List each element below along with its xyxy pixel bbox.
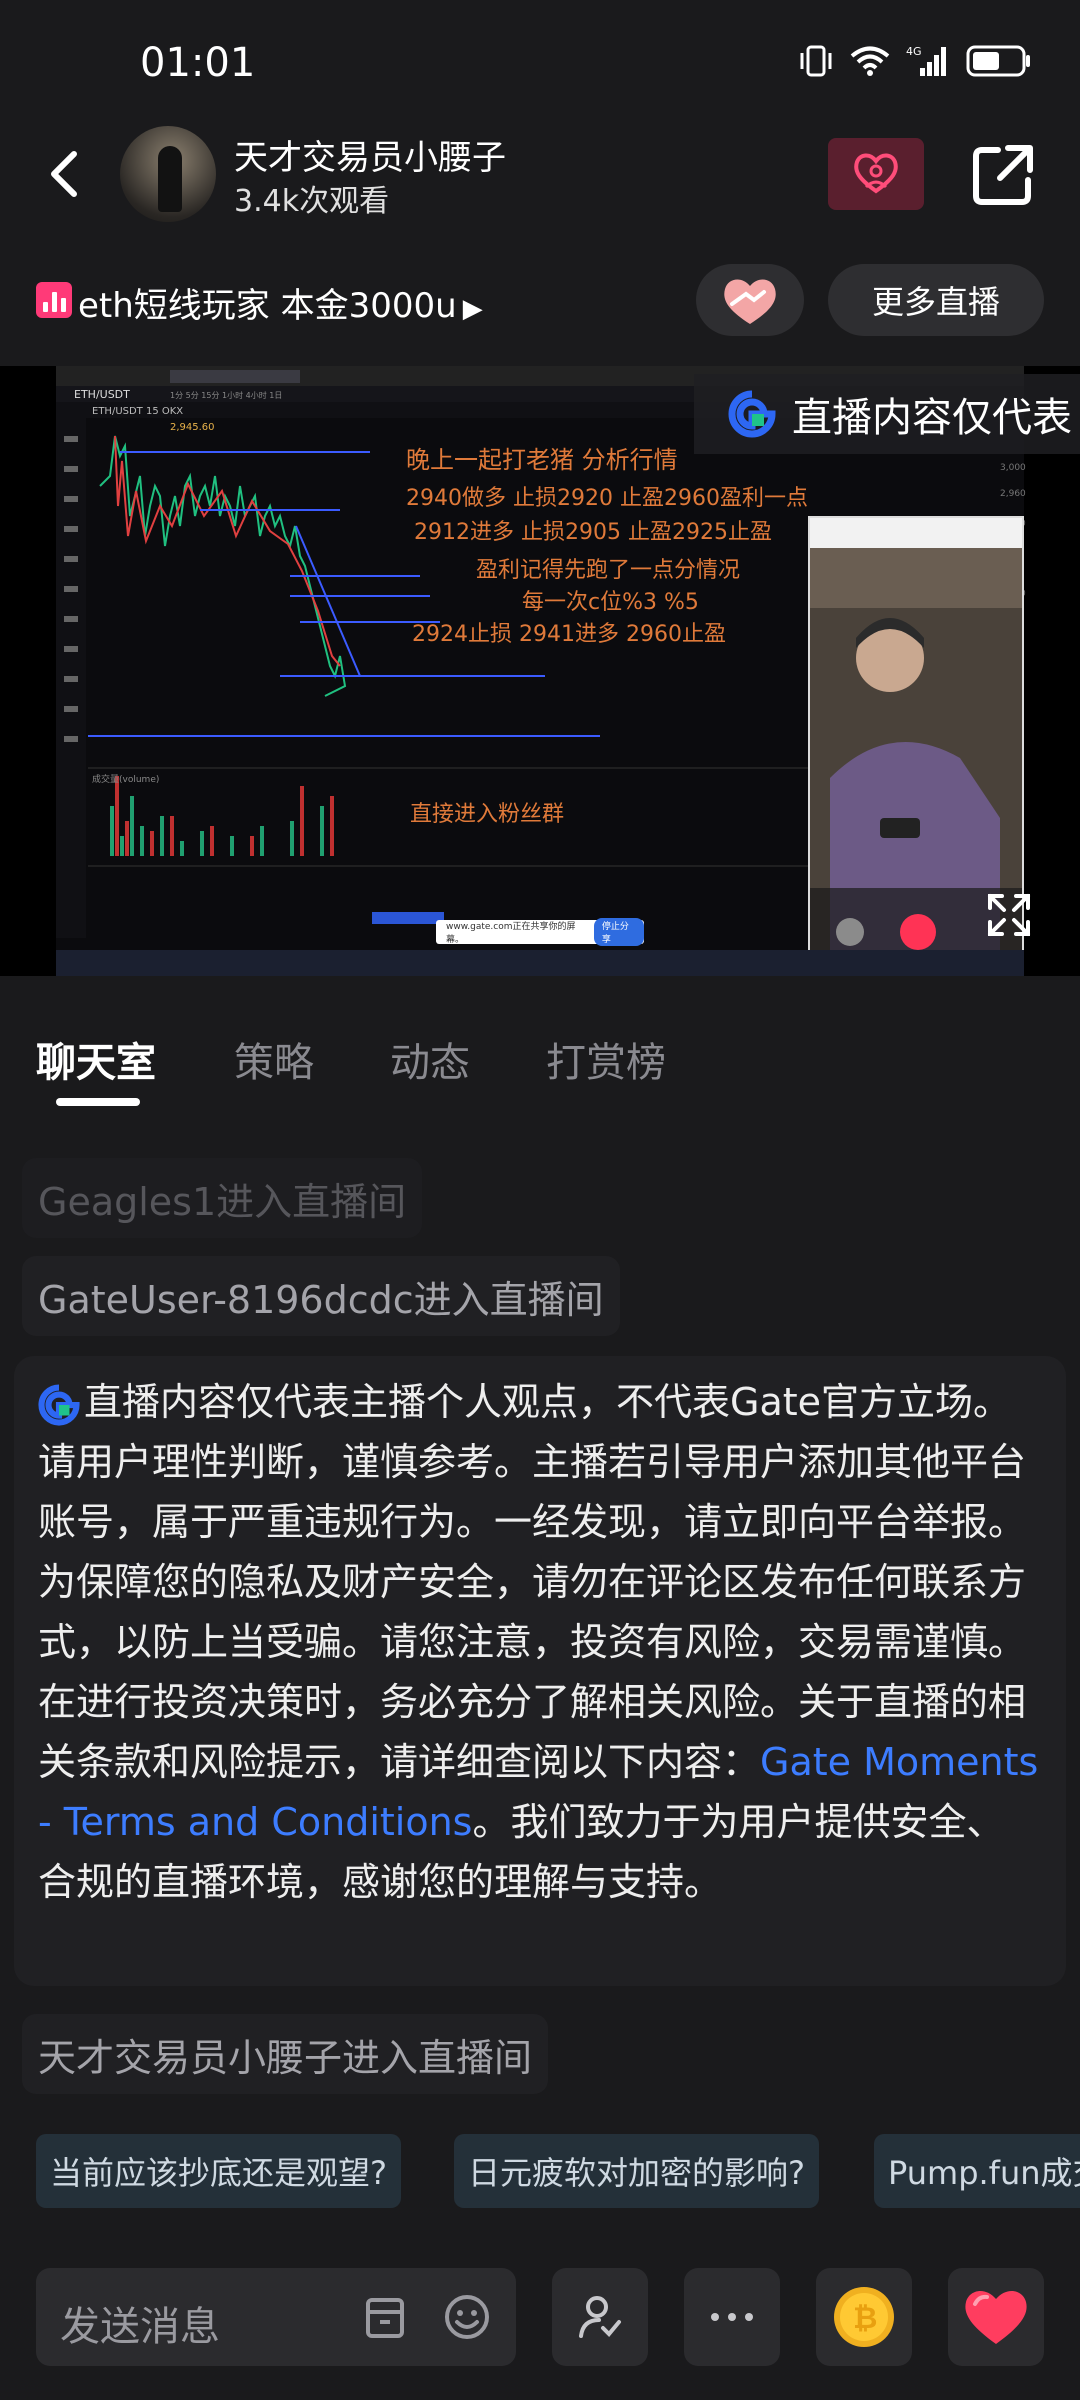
desktop-taskbar	[56, 950, 1024, 976]
tab-chat[interactable]: 聊天室	[36, 1030, 156, 1088]
message-input[interactable]: 发送消息	[36, 2268, 516, 2366]
back-button[interactable]	[40, 144, 90, 204]
tip-coin-button[interactable]: ₿	[816, 2268, 912, 2366]
emoji-icon[interactable]	[442, 2292, 492, 2342]
chat-message: 天才交易员小腰子进入直播间	[22, 2014, 549, 2094]
chevron-left-icon	[51, 151, 77, 197]
cellular-signal-icon: 4G	[906, 44, 950, 78]
suggestion-chip[interactable]: 当前应该抄底还是观望?	[36, 2134, 401, 2208]
chat-message: GateUser-8196dcdc进入直播间	[22, 1256, 620, 1336]
platform-disclaimer-notice: 直播内容仅代表主播个人观点，不代表Gate官方立场。请用户理性判断，谨慎参考。主…	[14, 1356, 1066, 1986]
like-heart-button[interactable]	[948, 2268, 1044, 2366]
suggestion-chip[interactable]: 日元疲软对加密的影响?	[454, 2134, 819, 2208]
view-count: 3.4k次观看	[234, 184, 390, 219]
vibrate-icon	[798, 44, 834, 78]
suggestion-chip[interactable]: Pump.fun成交	[874, 2134, 1080, 2208]
heart-gesture-button[interactable]	[696, 264, 804, 336]
bitcoin-coin-icon: ₿	[834, 2287, 894, 2347]
ellipsis-icon	[711, 2313, 753, 2321]
streamer-name[interactable]: 天才交易员小腰子	[234, 130, 506, 179]
svg-text:1分 5分 15分 1小时 4小时 1日: 1分 5分 15分 1小时 4小时 1日	[170, 390, 282, 400]
status-time: 01:01	[140, 40, 256, 86]
battery-icon	[966, 44, 1032, 78]
screen-share-notice: www.gate.com正在共享你的屏幕。 停止分享	[436, 918, 644, 946]
strategy-card-icon[interactable]	[360, 2292, 410, 2342]
overlay-line-7: 直接进入粉丝群	[410, 802, 565, 827]
svg-text:₿: ₿	[853, 2301, 877, 2336]
live-bars-icon	[36, 282, 72, 318]
overlay-line-6: 2924止损 2941进多 2960止盈	[412, 622, 726, 647]
chart-price: 2,945.60	[170, 422, 215, 433]
fullscreen-button[interactable]	[984, 890, 1034, 940]
svg-text:成交量(volume): 成交量(volume)	[92, 773, 159, 785]
tab-strategy[interactable]: 策略	[234, 1030, 314, 1088]
follow-heart-icon	[854, 153, 898, 194]
mention-user-button[interactable]	[552, 2268, 648, 2366]
share-icon	[973, 145, 1033, 205]
share-button[interactable]	[968, 140, 1038, 210]
status-icons: 4G	[798, 44, 1032, 78]
heart-icon	[965, 2290, 1027, 2344]
streamer-avatar[interactable]	[120, 126, 216, 222]
notice-text: 直播内容仅代表主播个人观点，不代表Gate官方立场。请用户理性判断，谨慎参考。主…	[38, 1380, 1027, 1784]
video-disclaimer-banner: 直播内容仅代表	[694, 374, 1080, 454]
svg-text:2,960: 2,960	[1000, 489, 1026, 499]
disclaimer-banner-text: 直播内容仅代表	[792, 395, 1072, 441]
fullscreen-icon	[988, 894, 1030, 936]
overlay-line-3: 2912进多 止损2905 止盈2925止盈	[414, 520, 772, 545]
svg-text:3,000: 3,000	[1000, 463, 1026, 473]
room-title[interactable]: eth短线玩家 本金3000u ▶	[78, 278, 483, 327]
wifi-icon	[850, 45, 890, 77]
overlay-line-1: 晚上一起打老猪 分析行情	[406, 446, 678, 474]
live-video[interactable]: ETH/USDT 1分 5分 15分 1小时 4小时 1日 ETH/USDT 1…	[0, 366, 1080, 976]
more-options-button[interactable]	[684, 2268, 780, 2366]
follow-button[interactable]	[828, 138, 924, 210]
stop-share-button: 停止分享	[593, 918, 644, 946]
svg-text:4G: 4G	[906, 45, 922, 58]
message-placeholder: 发送消息	[60, 2304, 220, 2350]
tab-active-indicator	[56, 1098, 140, 1106]
stream-header: 天才交易员小腰子 3.4k次观看	[0, 120, 1080, 230]
overlay-line-2: 2940做多 止损2920 止盈2960盈利一点	[406, 486, 808, 511]
gate-logo-icon	[38, 1383, 80, 1426]
user-check-icon	[579, 2296, 621, 2338]
play-triangle-icon: ▶	[462, 294, 483, 324]
chart-symbol: ETH/USDT	[74, 388, 130, 401]
heart-hands-icon	[724, 279, 776, 324]
status-bar: 01:01 4G	[0, 0, 1080, 130]
svg-text:ETH/USDT 15 OKX: ETH/USDT 15 OKX	[92, 406, 183, 417]
tab-tip-ranking[interactable]: 打赏榜	[546, 1030, 666, 1088]
overlay-line-4: 盈利记得先跑了一点分情况	[476, 558, 741, 583]
overlay-line-5: 每一次c位%3 %5	[522, 590, 699, 615]
tab-moments[interactable]: 动态	[390, 1030, 470, 1088]
gate-logo-icon	[728, 390, 776, 438]
content-tabs: 聊天室 策略 动态 打赏榜	[0, 1020, 1080, 1110]
room-info-bar: eth短线玩家 本金3000u ▶ 更多直播	[0, 262, 1080, 342]
chat-message: Geagles1进入直播间	[22, 1158, 423, 1238]
more-live-button[interactable]: 更多直播	[828, 264, 1044, 336]
